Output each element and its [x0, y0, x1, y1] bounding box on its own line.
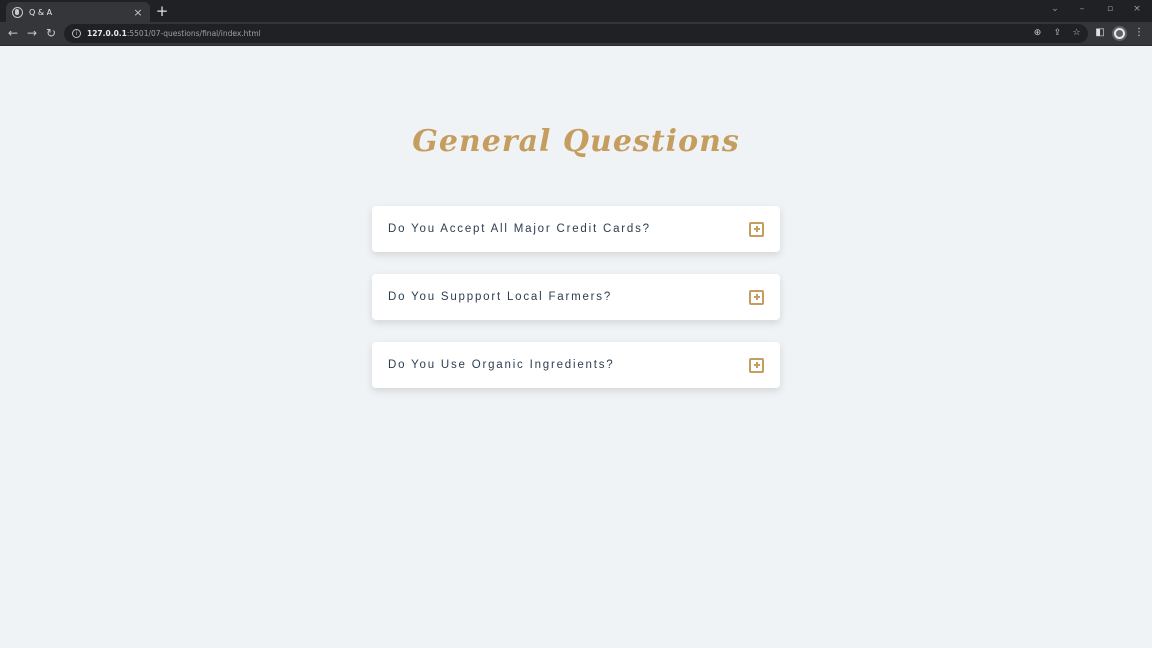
question-text: Do You Accept All Major Credit Cards? [388, 223, 651, 235]
globe-favicon-icon [12, 6, 23, 18]
browser-tab[interactable]: Q & A × [6, 2, 150, 22]
new-tab-button[interactable]: + [155, 2, 169, 20]
expand-plus-icon[interactable] [749, 289, 764, 305]
question-card: Do You Suppport Local Farmers? [372, 274, 780, 320]
tab-search-icon[interactable]: ⌄ [1048, 3, 1062, 15]
bookmark-star-icon[interactable]: ☆ [1070, 27, 1083, 40]
url-text: 127.0.0.1:5501/07-questions/final/index.… [87, 29, 261, 38]
window-close-icon[interactable]: × [1130, 3, 1144, 15]
tab-close-icon[interactable]: × [132, 7, 144, 18]
browser-tab-strip: Q & A × + ⌄ – ▫ × [0, 0, 1152, 22]
question-text: Do You Suppport Local Farmers? [388, 291, 613, 303]
info-icon[interactable]: i [72, 29, 81, 38]
question-text: Do You Use Organic Ingredients? [388, 359, 615, 371]
question-card: Do You Use Organic Ingredients? [372, 342, 780, 388]
page-content: General Questions Do You Accept All Majo… [0, 46, 1152, 648]
page-title: General Questions [412, 124, 740, 159]
profile-avatar-icon[interactable] [1112, 26, 1127, 41]
browser-toolbar: ← → ↻ i 127.0.0.1:5501/07-questions/fina… [0, 22, 1152, 46]
restore-icon[interactable]: ▫ [1103, 3, 1117, 15]
tab-title: Q & A [29, 7, 53, 17]
share-icon[interactable]: ⇪ [1051, 27, 1064, 40]
side-panel-icon[interactable]: ◧ [1093, 26, 1107, 40]
expand-plus-icon[interactable] [749, 221, 764, 237]
expand-plus-icon[interactable] [749, 357, 764, 373]
forward-icon[interactable]: → [24, 25, 40, 41]
back-icon[interactable]: ← [5, 25, 21, 41]
more-menu-icon[interactable]: ⋮ [1132, 26, 1146, 40]
question-card: Do You Accept All Major Credit Cards? [372, 206, 780, 252]
minimize-icon[interactable]: – [1075, 3, 1089, 15]
address-bar[interactable]: i 127.0.0.1:5501/07-questions/final/inde… [64, 24, 1088, 43]
reload-icon[interactable]: ↻ [43, 25, 59, 41]
zoom-icon[interactable]: ⊕ [1031, 27, 1044, 40]
